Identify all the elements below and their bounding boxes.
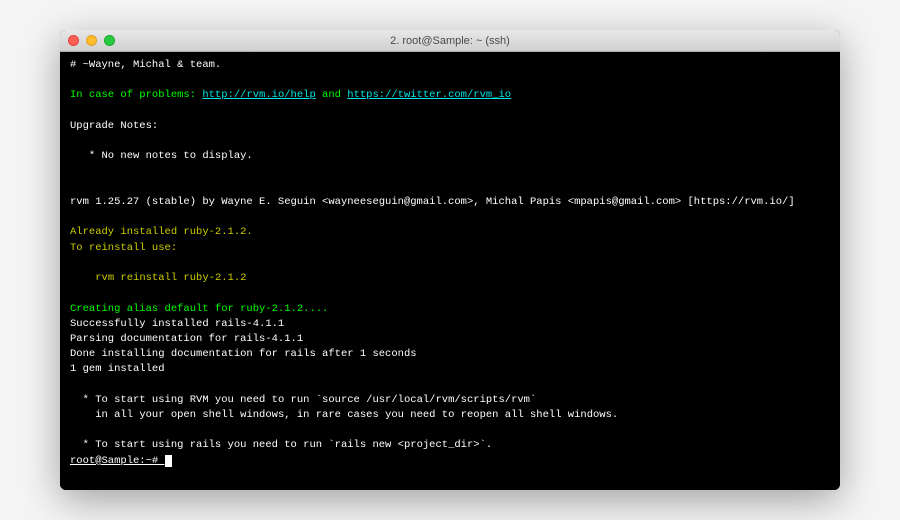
traffic-lights [68, 35, 115, 46]
help-link[interactable]: http://rvm.io/help [202, 89, 315, 101]
maximize-icon[interactable] [104, 35, 115, 46]
done-doc-line: Done installing documentation for rails … [70, 348, 417, 360]
to-reinstall-line: To reinstall use: [70, 242, 177, 254]
problems-label: In case of problems: [70, 89, 202, 101]
reinstall-cmd-line: rvm reinstall ruby-2.1.2 [70, 272, 246, 284]
parsing-doc-line: Parsing documentation for rails-4.1.1 [70, 333, 303, 345]
already-installed-line: Already installed ruby-2.1.2. [70, 226, 253, 238]
start-rvm-line2: in all your open shell windows, in rare … [70, 409, 618, 421]
twitter-link[interactable]: https://twitter.com/rvm_io [347, 89, 511, 101]
gem-installed-line: 1 gem installed [70, 363, 165, 375]
window-title: 2. root@Sample: ~ (ssh) [60, 35, 840, 47]
close-icon[interactable] [68, 35, 79, 46]
no-notes-line: * No new notes to display. [70, 150, 253, 162]
start-rails-line: * To start using rails you need to run `… [70, 439, 492, 451]
minimize-icon[interactable] [86, 35, 97, 46]
rails-installed-line: Successfully installed rails-4.1.1 [70, 318, 284, 330]
cursor-icon [165, 455, 172, 467]
creating-alias-line: Creating alias default for ruby-2.1.2...… [70, 303, 328, 315]
prompt: root@Sample:~# [70, 455, 165, 467]
terminal-window: 2. root@Sample: ~ (ssh) # ~Wayne, Michal… [60, 30, 840, 490]
start-rvm-line: * To start using RVM you need to run `so… [70, 394, 536, 406]
and-text: and [316, 89, 348, 101]
rvm-version-line: rvm 1.25.27 (stable) by Wayne E. Seguin … [70, 196, 795, 208]
terminal-content[interactable]: # ~Wayne, Michal & team. In case of prob… [60, 52, 840, 490]
comment-line: # ~Wayne, Michal & team. [70, 59, 221, 71]
titlebar: 2. root@Sample: ~ (ssh) [60, 30, 840, 52]
upgrade-notes-heading: Upgrade Notes: [70, 120, 158, 132]
